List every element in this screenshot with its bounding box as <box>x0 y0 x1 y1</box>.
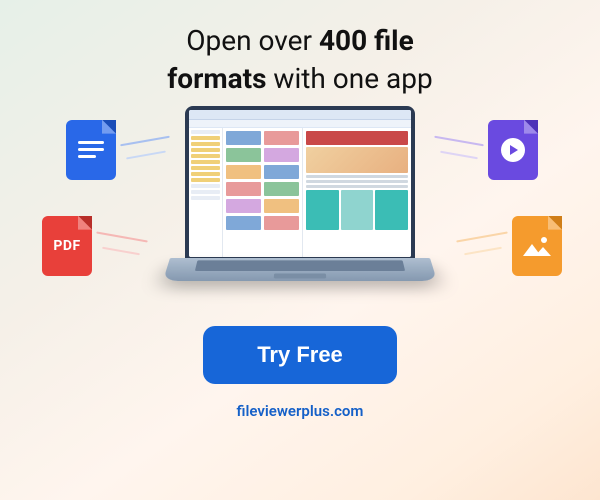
headline: Open over 400 file formats with one app <box>0 0 600 98</box>
try-free-button[interactable]: Try Free <box>203 326 397 384</box>
play-icon <box>501 138 525 162</box>
laptop-illustration <box>170 106 430 296</box>
headline-text-1: Open over <box>186 24 319 57</box>
headline-bold-2: formats <box>167 62 266 95</box>
motion-streak <box>440 150 478 159</box>
pdf-file-icon: PDF <box>42 216 92 276</box>
headline-bold-1: 400 file <box>319 24 414 57</box>
site-link[interactable]: fileviewerplus.com <box>0 402 600 420</box>
motion-streak <box>120 135 170 146</box>
picture-icon <box>523 236 551 256</box>
thumbnail-grid <box>223 128 303 257</box>
motion-streak <box>102 246 140 255</box>
document-file-icon <box>66 120 116 180</box>
motion-streak <box>456 231 508 242</box>
video-file-icon <box>488 120 538 180</box>
headline-text-2: with one app <box>266 62 432 95</box>
doc-lines-icon <box>78 137 104 162</box>
motion-streak <box>464 246 502 255</box>
app-titlebar <box>189 110 411 120</box>
cta-label: Try Free <box>257 342 343 367</box>
motion-streak <box>126 150 166 159</box>
newsletter-header <box>306 131 408 145</box>
app-sidebar <box>189 128 223 257</box>
image-file-icon <box>512 216 562 276</box>
pdf-label: PDF <box>53 238 80 254</box>
laptop-keyboard <box>163 258 437 281</box>
site-link-text: fileviewerplus.com <box>237 402 364 420</box>
motion-streak <box>96 231 148 242</box>
app-toolbar <box>189 120 411 128</box>
motion-streak <box>434 135 484 146</box>
document-preview <box>303 128 411 257</box>
